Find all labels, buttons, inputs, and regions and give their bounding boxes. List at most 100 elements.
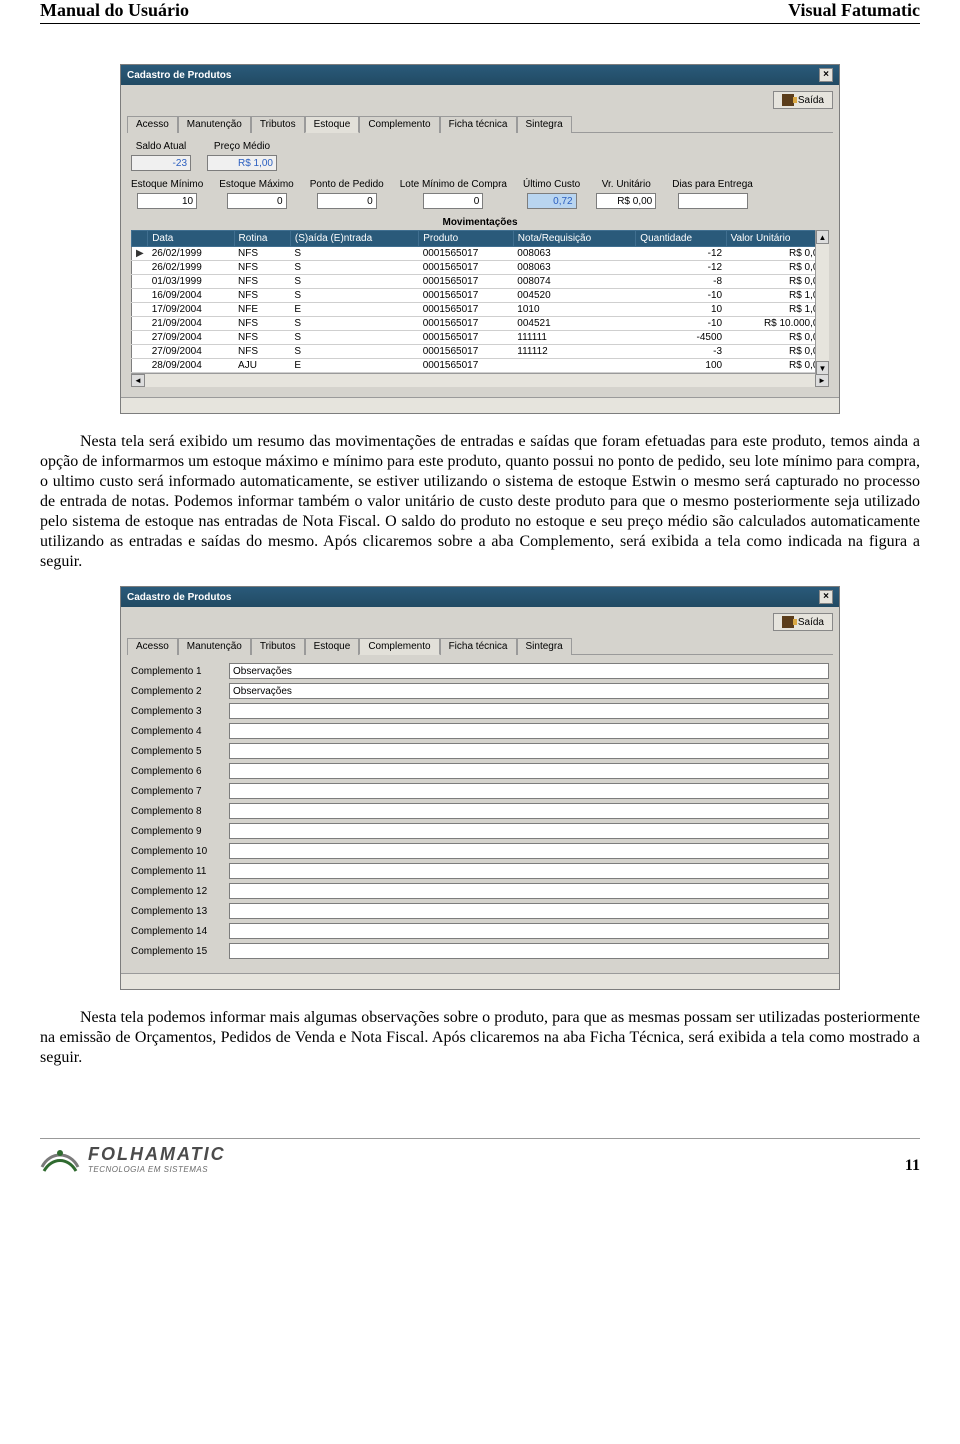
tab-manuten-o[interactable]: Manutenção bbox=[178, 638, 251, 655]
label-est-max: Estoque Máximo bbox=[219, 179, 293, 190]
table-row[interactable]: 26/02/1999NFSS0001565017008063-12R$ 0,00 bbox=[132, 261, 829, 275]
complemento-field-1[interactable] bbox=[229, 663, 829, 679]
complemento-field-12[interactable] bbox=[229, 883, 829, 899]
statusbar bbox=[121, 973, 839, 989]
table-row[interactable]: 27/09/2004NFSS0001565017111112-3R$ 0,09 bbox=[132, 345, 829, 359]
page-number: 11 bbox=[905, 1157, 920, 1175]
dias-entrega-field[interactable] bbox=[678, 193, 748, 209]
close-icon[interactable]: × bbox=[819, 68, 833, 82]
saida-button[interactable]: Saída bbox=[773, 91, 833, 109]
window-title: Cadastro de Produtos bbox=[127, 70, 231, 81]
col-header: (S)aída (E)ntrada bbox=[290, 231, 418, 247]
table-row[interactable]: ▶26/02/1999NFSS0001565017008063-12R$ 0,0… bbox=[132, 247, 829, 261]
complemento-field-15[interactable] bbox=[229, 943, 829, 959]
label-complemento: Complemento 9 bbox=[131, 826, 221, 837]
scroll-right-icon[interactable]: ► bbox=[815, 374, 829, 387]
titlebar: Cadastro de Produtos × bbox=[121, 65, 839, 85]
paragraph-1: Nesta tela será exibido um resumo das mo… bbox=[40, 432, 920, 572]
brand-name: FOLHAMATIC bbox=[88, 1144, 226, 1165]
statusbar bbox=[121, 397, 839, 413]
estoque-maximo-field[interactable] bbox=[227, 193, 287, 209]
label-complemento: Complemento 7 bbox=[131, 786, 221, 797]
label-preco-medio: Preço Médio bbox=[214, 141, 270, 152]
saldo-atual-field bbox=[131, 155, 191, 171]
label-dias: Dias para Entrega bbox=[672, 179, 753, 190]
tab-acesso[interactable]: Acesso bbox=[127, 116, 178, 133]
label-complemento: Complemento 2 bbox=[131, 686, 221, 697]
col-header: Valor Unitário bbox=[726, 231, 828, 247]
tab-sintegra[interactable]: Sintegra bbox=[517, 116, 572, 133]
vertical-scrollbar[interactable]: ▲ ▼ bbox=[815, 230, 829, 375]
label-complemento: Complemento 4 bbox=[131, 726, 221, 737]
complemento-field-3[interactable] bbox=[229, 703, 829, 719]
estoque-minimo-field[interactable] bbox=[137, 193, 197, 209]
tab-acesso[interactable]: Acesso bbox=[127, 638, 178, 655]
col-header: Quantidade bbox=[636, 231, 726, 247]
door-icon bbox=[782, 94, 794, 106]
label-complemento: Complemento 1 bbox=[131, 666, 221, 677]
tab-manuten-o[interactable]: Manutenção bbox=[178, 116, 251, 133]
saida-button[interactable]: Saída bbox=[773, 613, 833, 631]
complemento-field-6[interactable] bbox=[229, 763, 829, 779]
tab-tributos[interactable]: Tributos bbox=[251, 116, 305, 133]
tab-sintegra[interactable]: Sintegra bbox=[517, 638, 572, 655]
table-row[interactable]: 28/09/2004AJUE0001565017100R$ 0,00 bbox=[132, 359, 829, 373]
label-ponto: Ponto de Pedido bbox=[310, 179, 384, 190]
tab-tributos[interactable]: Tributos bbox=[251, 638, 305, 655]
col-header: Nota/Requisição bbox=[513, 231, 636, 247]
table-row[interactable]: 16/09/2004NFSS0001565017004520-10R$ 1,00 bbox=[132, 289, 829, 303]
tabs-complemento: AcessoManutençãoTributosEstoqueComplemen… bbox=[127, 637, 833, 655]
tab-estoque[interactable]: Estoque bbox=[305, 116, 360, 133]
ultimo-custo-field[interactable] bbox=[527, 193, 577, 209]
label-lote: Lote Mínimo de Compra bbox=[400, 179, 507, 190]
complemento-field-7[interactable] bbox=[229, 783, 829, 799]
section-movimentacoes: Movimentações bbox=[131, 217, 829, 228]
horizontal-scrollbar[interactable]: ◄ ► bbox=[131, 373, 829, 387]
close-icon[interactable]: × bbox=[819, 590, 833, 604]
complemento-field-2[interactable] bbox=[229, 683, 829, 699]
col-header: Rotina bbox=[234, 231, 290, 247]
label-complemento: Complemento 14 bbox=[131, 926, 221, 937]
label-complemento: Complemento 5 bbox=[131, 746, 221, 757]
complemento-field-11[interactable] bbox=[229, 863, 829, 879]
header-left: Manual do Usuário bbox=[40, 0, 189, 21]
tab-ficha-t-cnica[interactable]: Ficha técnica bbox=[440, 638, 517, 655]
preco-medio-field bbox=[207, 155, 277, 171]
complemento-field-13[interactable] bbox=[229, 903, 829, 919]
complemento-field-9[interactable] bbox=[229, 823, 829, 839]
header-right: Visual Fatumatic bbox=[788, 0, 920, 21]
table-row[interactable]: 01/03/1999NFSS0001565017008074-8R$ 0,00 bbox=[132, 275, 829, 289]
window-cadastro-estoque: Cadastro de Produtos × Saída AcessoManut… bbox=[120, 64, 840, 414]
ponto-pedido-field[interactable] bbox=[317, 193, 377, 209]
saida-label: Saída bbox=[798, 617, 824, 628]
complemento-field-8[interactable] bbox=[229, 803, 829, 819]
complemento-field-4[interactable] bbox=[229, 723, 829, 739]
vr-unitario-field[interactable] bbox=[596, 193, 656, 209]
label-vr-unit: Vr. Unitário bbox=[602, 179, 651, 190]
table-row[interactable]: 21/09/2004NFSS0001565017004521-10R$ 10.0… bbox=[132, 317, 829, 331]
tab-complemento[interactable]: Complemento bbox=[359, 638, 439, 655]
label-complemento: Complemento 13 bbox=[131, 906, 221, 917]
label-complemento: Complemento 11 bbox=[131, 866, 221, 877]
scroll-up-icon[interactable]: ▲ bbox=[816, 230, 829, 244]
page-header: Manual do Usuário Visual Fatumatic bbox=[40, 0, 920, 24]
movimentacoes-grid: DataRotina(S)aída (E)ntradaProdutoNota/R… bbox=[131, 230, 829, 387]
tab-estoque[interactable]: Estoque bbox=[305, 638, 360, 655]
lote-minimo-field[interactable] bbox=[423, 193, 483, 209]
brand-tagline: TECNOLOGIA EM SISTEMAS bbox=[88, 1165, 226, 1174]
complemento-field-5[interactable] bbox=[229, 743, 829, 759]
table-row[interactable]: 17/09/2004NFEE0001565017101010R$ 1,00 bbox=[132, 303, 829, 317]
label-complemento: Complemento 6 bbox=[131, 766, 221, 777]
label-saldo-atual: Saldo Atual bbox=[136, 141, 187, 152]
label-complemento: Complemento 8 bbox=[131, 806, 221, 817]
tab-ficha-t-cnica[interactable]: Ficha técnica bbox=[440, 116, 517, 133]
scroll-left-icon[interactable]: ◄ bbox=[131, 374, 145, 387]
complemento-field-10[interactable] bbox=[229, 843, 829, 859]
complemento-field-14[interactable] bbox=[229, 923, 829, 939]
tab-complemento[interactable]: Complemento bbox=[359, 116, 439, 133]
brand-logo: FOLHAMATIC TECNOLOGIA EM SISTEMAS bbox=[40, 1143, 226, 1175]
table-row[interactable]: 27/09/2004NFSS0001565017111111-4500R$ 0,… bbox=[132, 331, 829, 345]
label-complemento: Complemento 3 bbox=[131, 706, 221, 717]
scroll-down-icon[interactable]: ▼ bbox=[816, 361, 829, 375]
saida-label: Saída bbox=[798, 95, 824, 106]
